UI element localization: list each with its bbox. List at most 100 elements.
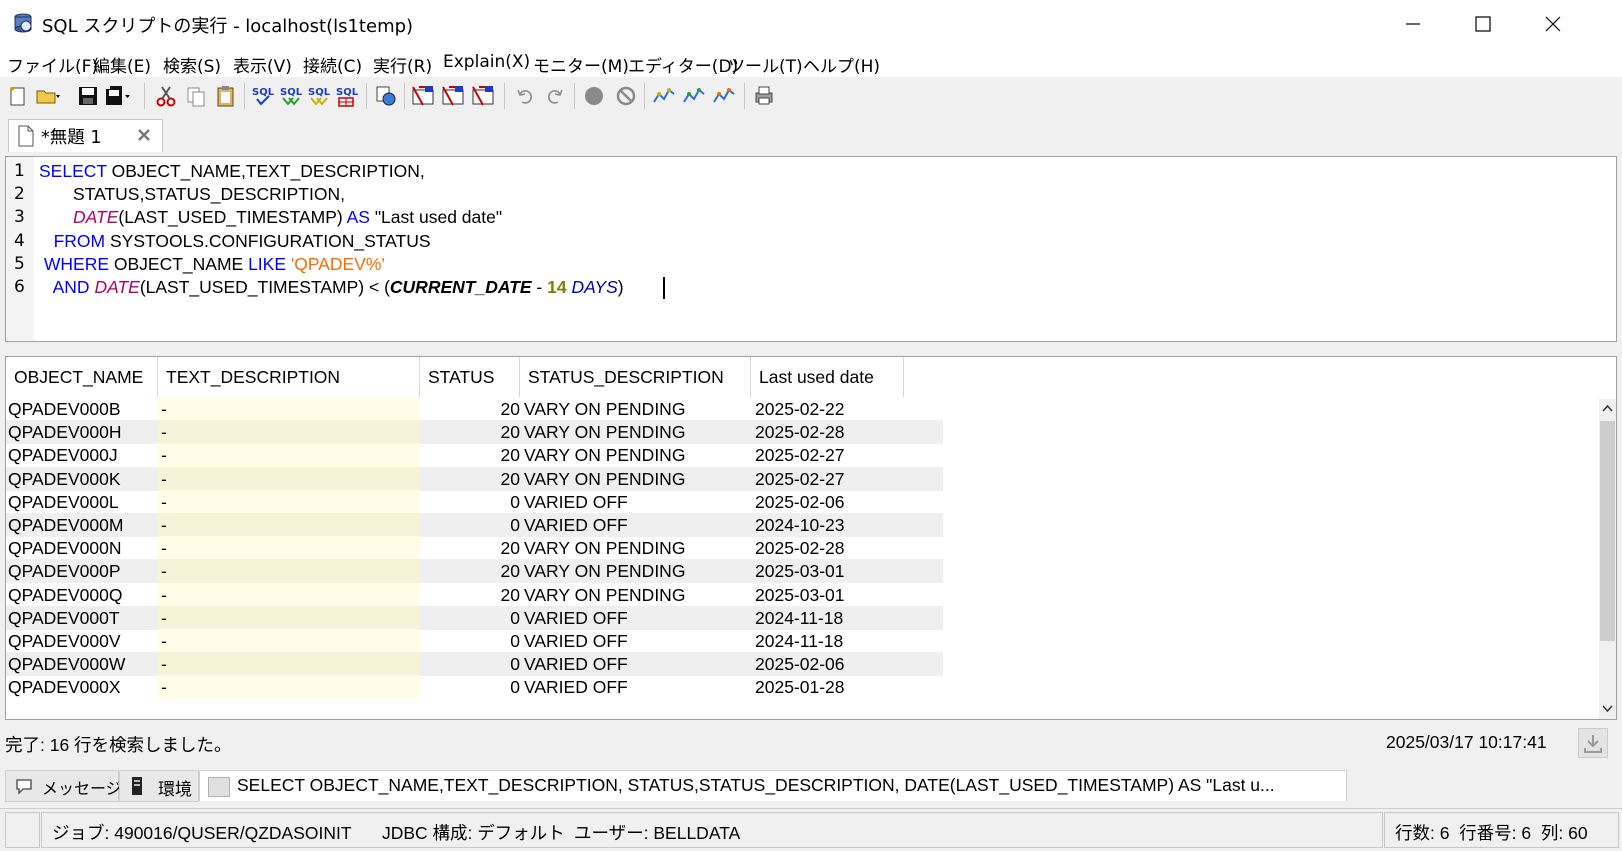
cell-status-description[interactable]: VARY ON PENDING	[524, 536, 749, 560]
menu-connection[interactable]: 接続(C)	[303, 52, 362, 77]
cell-status-description[interactable]: VARY ON PENDING	[524, 397, 749, 421]
cell-text-description[interactable]: -	[158, 397, 420, 421]
cell-text-description[interactable]: -	[158, 652, 420, 677]
cell-text-description[interactable]: -	[158, 443, 420, 468]
tab-messages[interactable]: メッセージ	[5, 770, 122, 802]
cell-status-description[interactable]: VARIED OFF	[524, 675, 749, 699]
cell-status[interactable]: 20	[420, 397, 520, 421]
cell-status-description[interactable]: VARIED OFF	[524, 606, 749, 630]
stop-icon[interactable]	[580, 82, 608, 110]
table-row[interactable]: QPADEV000X -0 VARIED OFF 2025-01-28	[6, 675, 943, 700]
menu-tools[interactable]: ツール(T)	[728, 52, 803, 77]
cell-status[interactable]: 20	[420, 536, 520, 560]
column-header-object-name[interactable]: OBJECT_NAME	[6, 357, 158, 397]
cell-status-description[interactable]: VARY ON PENDING	[524, 467, 749, 491]
cell-status[interactable]: 20	[420, 559, 520, 583]
column-header-text-description[interactable]: TEXT_DESCRIPTION	[158, 357, 420, 397]
save-icon[interactable]	[74, 82, 102, 110]
table-row[interactable]: QPADEV000H -20 VARY ON PENDING 2025-02-28	[6, 420, 943, 445]
cell-status-description[interactable]: VARIED OFF	[524, 652, 749, 676]
table-row[interactable]: QPADEV000K -20 VARY ON PENDING 2025-02-27	[6, 466, 943, 491]
cell-object-name[interactable]: QPADEV000W	[8, 652, 156, 676]
cell-status[interactable]: 0	[420, 606, 520, 630]
scroll-up-icon[interactable]	[1602, 403, 1613, 413]
visual-explain-icon[interactable]	[440, 82, 468, 110]
table-row[interactable]: QPADEV000W -0 VARIED OFF 2025-02-06	[6, 652, 943, 677]
cell-object-name[interactable]: QPADEV000J	[8, 443, 156, 467]
cell-object-name[interactable]: QPADEV000L	[8, 490, 156, 514]
cell-last-used-date[interactable]: 2025-02-22	[755, 397, 904, 421]
cell-object-name[interactable]: QPADEV000M	[8, 513, 156, 537]
column-header-status-description[interactable]: STATUS_DESCRIPTION	[520, 357, 751, 397]
scrollbar-thumb[interactable]	[1600, 421, 1615, 641]
explain-run-icon[interactable]	[470, 82, 498, 110]
cell-last-used-date[interactable]: 2025-03-01	[755, 583, 904, 607]
cell-text-description[interactable]: -	[158, 675, 420, 700]
menu-run[interactable]: 実行(R)	[373, 52, 432, 77]
close-tab-icon[interactable]	[137, 128, 151, 142]
table-row[interactable]: QPADEV000V -0 VARIED OFF 2024-11-18	[6, 629, 943, 653]
cell-text-description[interactable]: -	[158, 536, 420, 561]
cell-status[interactable]: 0	[420, 675, 520, 699]
sql-editor[interactable]: 1 2345 6 SELECT OBJECT_NAME,TEXT_DESCRIPTI…	[5, 156, 1617, 342]
copy-icon[interactable]	[182, 82, 210, 110]
code-line[interactable]: STATUS,STATUS_DESCRIPTION,	[39, 184, 345, 205]
cell-object-name[interactable]: QPADEV000V	[8, 629, 156, 653]
cell-text-description[interactable]: -	[158, 489, 420, 514]
cell-text-description[interactable]: -	[158, 605, 420, 630]
cell-status[interactable]: 20	[420, 583, 520, 607]
tab-environment[interactable]: 環境	[119, 770, 199, 802]
cell-status[interactable]: 0	[420, 629, 520, 653]
cell-last-used-date[interactable]: 2025-03-01	[755, 559, 904, 583]
run-all-sql-icon[interactable]: SQL	[278, 82, 306, 110]
cell-status[interactable]: 20	[420, 467, 520, 491]
monitor2-icon[interactable]	[680, 82, 708, 110]
redo-icon[interactable]	[540, 82, 568, 110]
code-line[interactable]: WHERE OBJECT_NAME LIKE 'QPADEV%'	[39, 254, 385, 275]
save-all-icon[interactable]	[104, 82, 132, 110]
cell-status-description[interactable]: VARY ON PENDING	[524, 443, 749, 467]
cell-text-description[interactable]: -	[158, 629, 420, 653]
cell-status-description[interactable]: VARY ON PENDING	[524, 559, 749, 583]
close-button[interactable]	[1518, 0, 1588, 47]
cell-last-used-date[interactable]: 2024-11-18	[755, 629, 904, 653]
undo-icon[interactable]	[512, 82, 540, 110]
table-row[interactable]: QPADEV000Q -20 VARY ON PENDING 2025-03-01	[6, 582, 943, 607]
cell-object-name[interactable]: QPADEV000K	[8, 467, 156, 491]
cell-text-description[interactable]: -	[158, 513, 420, 537]
cell-object-name[interactable]: QPADEV000B	[8, 397, 156, 421]
column-header-last-used-date[interactable]: Last used date	[751, 357, 904, 397]
run-script-icon[interactable]: SQL	[334, 82, 362, 110]
cell-object-name[interactable]: QPADEV000X	[8, 675, 156, 699]
cancel-icon[interactable]	[612, 82, 640, 110]
results-grid[interactable]: OBJECT_NAME TEXT_DESCRIPTION STATUS STAT…	[5, 356, 1617, 720]
cell-status-description[interactable]: VARIED OFF	[524, 490, 749, 514]
cell-last-used-date[interactable]: 2024-10-23	[755, 513, 904, 537]
menu-editor[interactable]: エディター(D)	[628, 52, 738, 77]
cell-status[interactable]: 0	[420, 490, 520, 514]
vertical-scrollbar[interactable]	[1599, 399, 1616, 719]
table-row[interactable]: QPADEV000J -20 VARY ON PENDING 2025-02-27	[6, 443, 943, 468]
run-sql-icon[interactable]: SQL	[250, 82, 278, 110]
table-row[interactable]: QPADEV000B -20 VARY ON PENDING 2025-02-22	[6, 397, 943, 421]
cell-object-name[interactable]: QPADEV000Q	[8, 583, 156, 607]
cell-text-description[interactable]: -	[158, 559, 420, 584]
cell-last-used-date[interactable]: 2025-01-28	[755, 675, 904, 699]
run-from-cursor-icon[interactable]: SQL	[306, 82, 334, 110]
open-folder-icon[interactable]	[34, 82, 62, 110]
maximize-button[interactable]	[1448, 0, 1518, 47]
cell-status-description[interactable]: VARIED OFF	[524, 513, 749, 537]
code-line[interactable]: SELECT OBJECT_NAME,TEXT_DESCRIPTION,	[39, 161, 425, 182]
menu-explain[interactable]: Explain(X)	[443, 52, 530, 72]
menu-file[interactable]: ファイル(F)	[7, 52, 98, 77]
cell-status[interactable]: 0	[420, 652, 520, 676]
cell-object-name[interactable]: QPADEV000P	[8, 559, 156, 583]
cell-status-description[interactable]: VARIED OFF	[524, 629, 749, 653]
paste-icon[interactable]	[212, 82, 240, 110]
cell-text-description[interactable]: -	[158, 582, 420, 607]
cell-last-used-date[interactable]: 2025-02-28	[755, 536, 904, 560]
cell-status[interactable]: 20	[420, 420, 520, 444]
export-button[interactable]	[1578, 728, 1608, 758]
explain-icon[interactable]	[410, 82, 438, 110]
cell-last-used-date[interactable]: 2025-02-27	[755, 467, 904, 491]
